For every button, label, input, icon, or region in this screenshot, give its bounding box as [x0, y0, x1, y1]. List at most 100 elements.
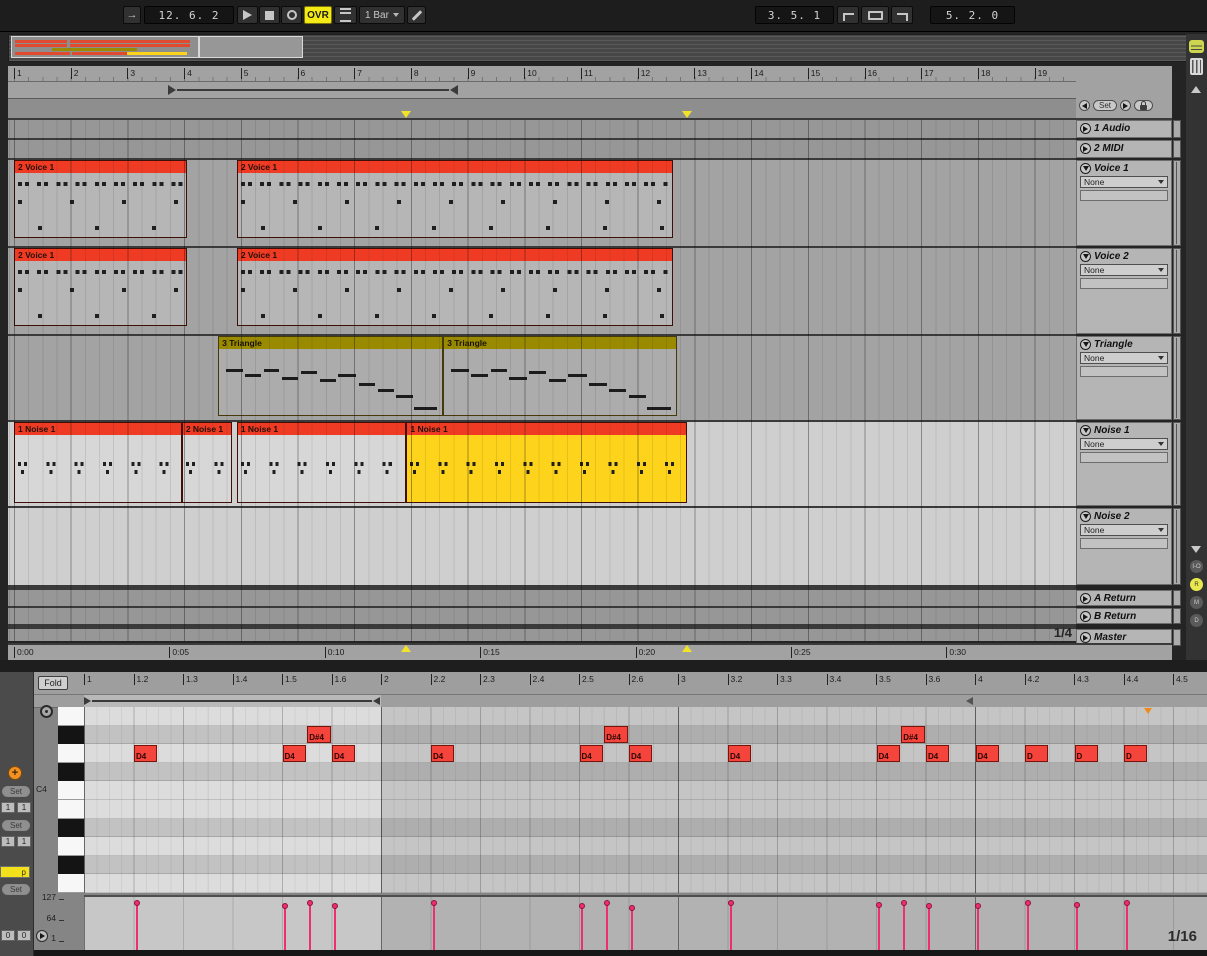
clip-2-voice-1[interactable]: 2 Voice 1 [14, 248, 187, 326]
track-lane-noise-2[interactable] [8, 508, 1076, 585]
set-position-button[interactable]: Set [2, 786, 30, 797]
device-chooser[interactable]: None [1080, 438, 1168, 450]
note-row-b3[interactable] [84, 800, 1207, 819]
play-track-icon[interactable] [1080, 123, 1091, 134]
midi-note[interactable]: D4 [431, 744, 455, 762]
clip-1-noise-1[interactable]: 1 Noise 1 [14, 422, 182, 503]
midi-note[interactable]: D4 [579, 744, 603, 762]
track-lane-noise-1[interactable]: 1 Noise 12 Noise 11 Noise 11 Noise 1 [8, 422, 1076, 506]
midi-note[interactable]: D#4 [307, 726, 331, 744]
arrangement-overview[interactable] [8, 34, 1194, 62]
velocity-marker[interactable] [1024, 899, 1031, 906]
velocity-marker[interactable] [900, 899, 907, 906]
unfold-track-icon[interactable] [1080, 511, 1091, 522]
end-value-beat[interactable]: 0 [17, 930, 31, 941]
midi-note[interactable]: D4 [282, 744, 306, 762]
velocity-stem[interactable] [902, 902, 905, 950]
next-locator-button[interactable] [1120, 100, 1132, 111]
editor-beat-ruler[interactable]: 1 1.2 1.3 1.4 1.5 1.6 2 2.2 2.3 2.4 2.5 2.6 3 3.2 3.3 3… [0, 672, 1207, 695]
note-row-a3[interactable] [84, 837, 1207, 856]
draw-mode-button[interactable] [407, 6, 426, 24]
velocity-preview-button[interactable] [36, 930, 48, 942]
track-header-noise-1[interactable]: Noise 1 None [1076, 422, 1172, 506]
clip-1-noise-1[interactable]: 1 Noise 1 [236, 422, 407, 503]
velocity-stem[interactable] [308, 902, 311, 950]
loop-length-display[interactable]: 5. 2. 0 [930, 6, 1015, 24]
unfold-track-icon[interactable] [1080, 425, 1091, 436]
overview-clips-region[interactable] [11, 36, 199, 58]
velocity-stem[interactable] [1076, 905, 1078, 950]
selection-marker[interactable] [401, 111, 412, 118]
stop-button[interactable] [259, 6, 280, 24]
track-lane-voice-2[interactable]: 2 Voice 1 2 Voice 1 [8, 248, 1076, 334]
track-header-voice-1[interactable]: Voice 1 None [1076, 160, 1172, 246]
scroll-down-icon[interactable] [1191, 546, 1201, 553]
note-row-cs4[interactable] [84, 762, 1207, 782]
show-mixer-toggle[interactable]: M [1190, 596, 1203, 609]
midi-note[interactable]: D [1074, 744, 1098, 762]
piano-key-a3[interactable] [58, 837, 84, 856]
piano-key-d4[interactable] [58, 744, 84, 763]
piano-key-as3[interactable] [58, 818, 84, 838]
track-display-area[interactable]: 2 Voice 1 2 Voice 1 2 Voice 1 2 Voice 1 3 Tr… [8, 120, 1076, 641]
set-end-button[interactable]: Set [2, 884, 30, 895]
play-track-icon[interactable] [1080, 593, 1091, 604]
scroll-up-icon[interactable] [1191, 86, 1201, 93]
clip-3-triangle[interactable]: 3 Triangle [443, 336, 678, 416]
velocity-stem[interactable] [333, 906, 336, 950]
track-lane-master[interactable] [8, 629, 1076, 641]
set-locator-button[interactable]: Set [1093, 100, 1118, 111]
velocity-stem[interactable] [135, 902, 138, 950]
midi-note[interactable]: D [1124, 744, 1148, 762]
follow-button[interactable]: → [123, 6, 141, 24]
midi-note[interactable]: D4 [134, 744, 158, 762]
track-header-1-audio[interactable]: 1 Audio [1076, 120, 1172, 138]
midi-note[interactable]: D#4 [604, 726, 628, 744]
note-grid[interactable]: D4 D4 D#4 D4 D4 D4 D#4 D4 D4 D4 D#4 D4 D4 D D D [84, 707, 1207, 893]
track-lane-1-audio[interactable] [8, 120, 1076, 138]
midi-note[interactable]: D#4 [901, 726, 925, 744]
velocity-marker[interactable] [925, 903, 932, 909]
velocity-stem[interactable] [729, 902, 732, 950]
note-row-as3[interactable] [84, 818, 1207, 838]
overview-viewport-region[interactable] [199, 36, 303, 58]
device-chooser[interactable]: None [1080, 176, 1168, 188]
velocity-lane[interactable] [84, 895, 1207, 952]
fold-button[interactable]: Fold [38, 676, 68, 690]
track-header-voice-2[interactable]: Voice 2 None [1076, 248, 1172, 334]
play-track-icon[interactable] [1080, 611, 1091, 622]
track-header-2-midi[interactable]: 2 MIDI [1076, 140, 1172, 158]
selection-marker[interactable] [401, 645, 412, 652]
track-header-a-return[interactable]: A Return [1076, 590, 1172, 606]
device-view-selector-icon[interactable] [1190, 58, 1203, 75]
show-delay-toggle[interactable]: D [1190, 614, 1203, 627]
show-returns-toggle[interactable]: R [1190, 578, 1203, 591]
note-row-c4[interactable] [84, 781, 1207, 800]
punch-in-button[interactable] [837, 6, 859, 24]
unfold-track-icon[interactable] [1080, 251, 1091, 262]
velocity-stem[interactable] [581, 906, 583, 950]
play-button[interactable] [237, 6, 258, 24]
track-lane-2-midi[interactable] [8, 140, 1076, 158]
midi-note[interactable]: D4 [876, 744, 900, 762]
loop-switch[interactable]: p [0, 866, 30, 878]
piano-key-c4[interactable] [58, 781, 84, 800]
velocity-stem[interactable] [927, 906, 930, 950]
device-chooser[interactable]: None [1080, 352, 1168, 364]
device-chooser[interactable]: None [1080, 264, 1168, 276]
track-lane-voice-1[interactable]: 2 Voice 1 2 Voice 1 [8, 160, 1076, 246]
velocity-stem[interactable] [1026, 902, 1029, 950]
note-row-g3[interactable] [84, 874, 1207, 893]
punch-out-button[interactable] [891, 6, 913, 24]
midi-note[interactable]: D4 [975, 744, 999, 762]
velocity-marker[interactable] [133, 899, 140, 906]
midi-note[interactable]: D4 [332, 744, 356, 762]
loop-start-marker[interactable] [168, 85, 177, 95]
arrangement-position-display[interactable]: 12. 6. 2 [144, 6, 234, 24]
note-row-ds4[interactable] [84, 725, 1207, 745]
window-split-divider[interactable] [0, 660, 1207, 672]
loop-region-line[interactable] [177, 89, 449, 91]
loop-start-display[interactable]: 3. 5. 1 [755, 6, 834, 24]
velocity-stem[interactable] [1125, 902, 1128, 950]
clip-add-button[interactable]: + [8, 766, 22, 780]
